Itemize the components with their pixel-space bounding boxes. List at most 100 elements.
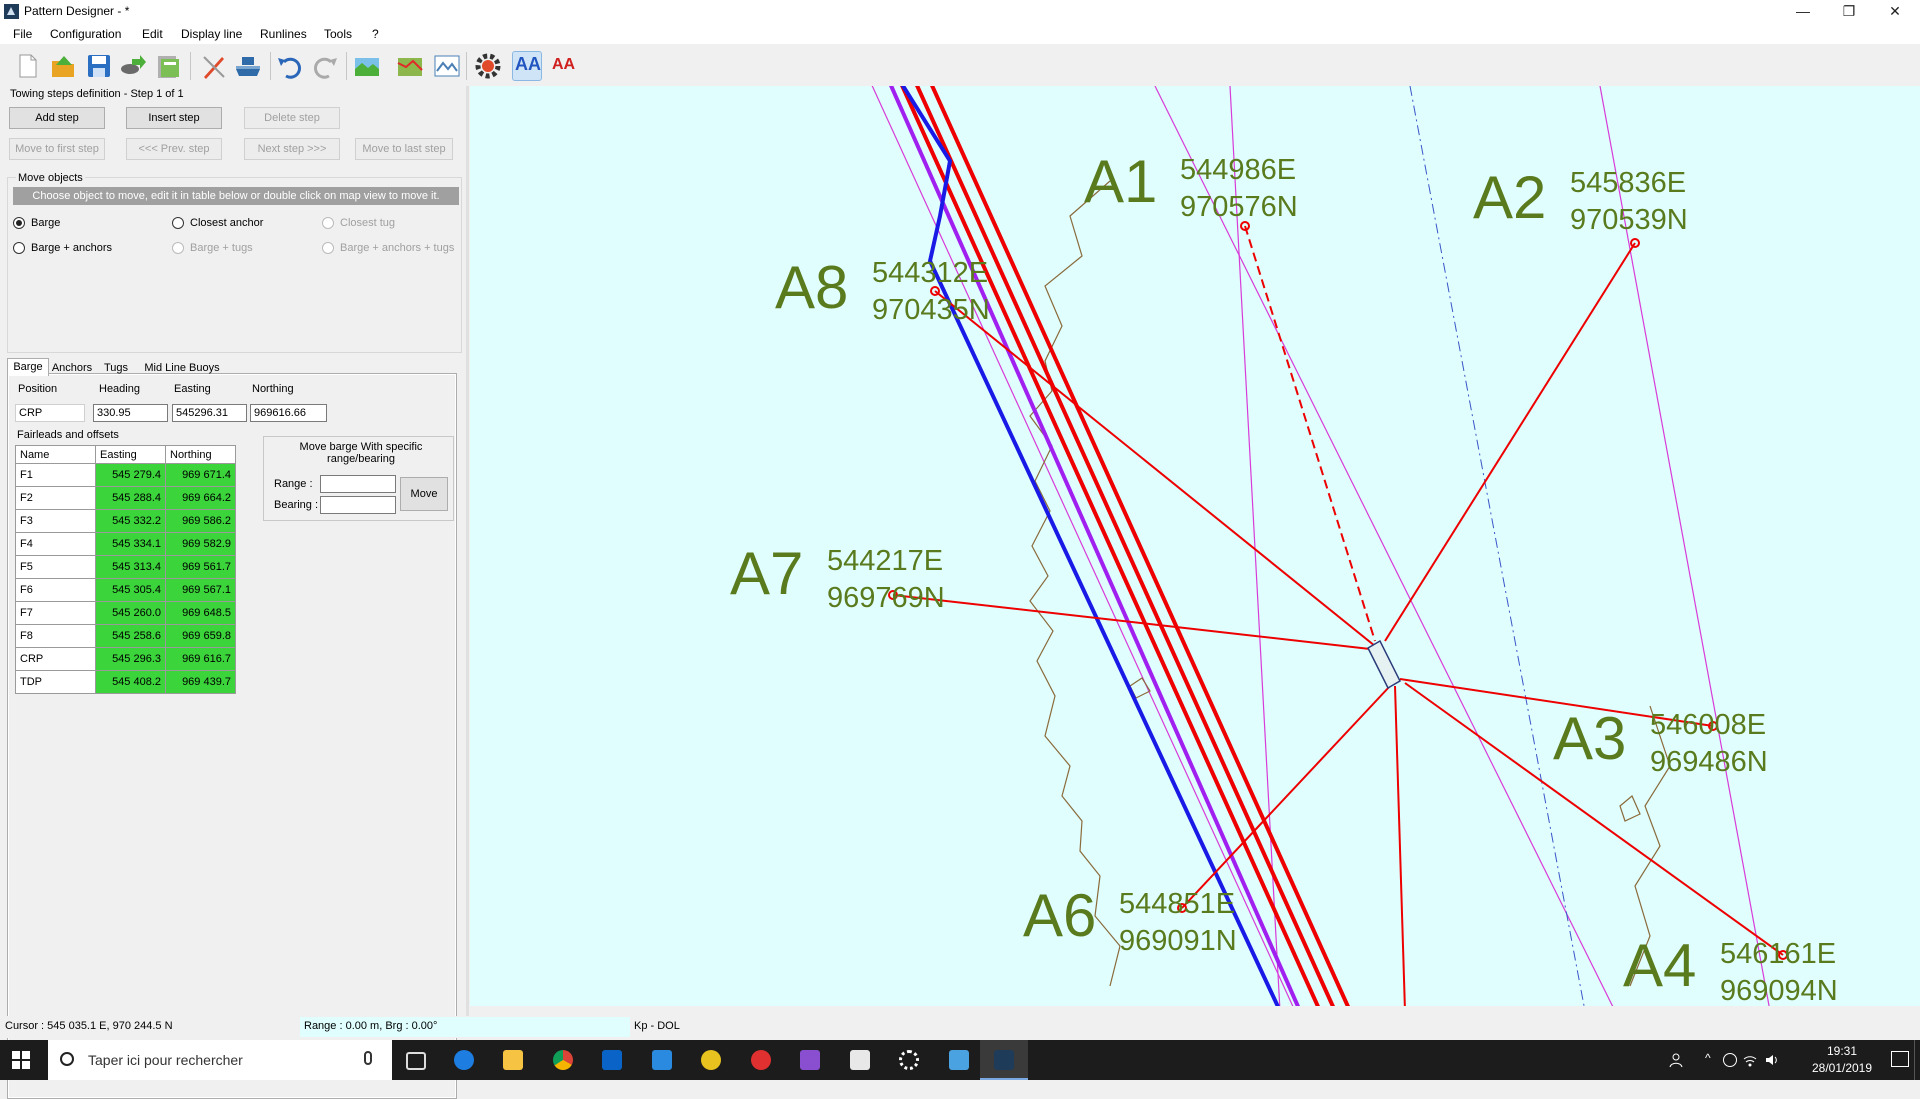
fairlead-easting[interactable]: 545 313.4	[95, 555, 166, 579]
wifi-icon[interactable]	[1743, 1053, 1757, 1067]
radio-barge-tugs[interactable]	[172, 242, 184, 254]
fairlead-easting[interactable]: 545 296.3	[95, 647, 166, 671]
fairlead-name[interactable]: F2	[15, 486, 96, 510]
fairlead-northing[interactable]: 969 586.2	[165, 509, 236, 533]
fairlead-name[interactable]: F4	[15, 532, 96, 556]
fairlead-name[interactable]: CRP	[15, 647, 96, 671]
font-large-icon[interactable]: AA	[512, 51, 542, 81]
pattern-designer-icon[interactable]	[980, 1040, 1028, 1080]
tab-barge[interactable]: Barge	[7, 358, 49, 376]
export-icon[interactable]	[118, 51, 148, 81]
maximize-button[interactable]: ❐	[1826, 0, 1872, 24]
font-small-icon[interactable]: AA	[550, 51, 580, 81]
fairlead-name[interactable]: F8	[15, 624, 96, 648]
fairlead-name[interactable]: F3	[15, 509, 96, 533]
settings-gear-icon[interactable]	[473, 51, 503, 81]
add-step-button[interactable]: Add step	[9, 107, 105, 129]
map-view[interactable]: A1 544986E 970576N A2 545836E 970539N A3…	[470, 86, 1920, 1006]
remote-desktop-icon[interactable]	[935, 1040, 983, 1080]
table-row[interactable]: F4 545 334.1 969 582.9	[15, 532, 236, 556]
fairlead-northing[interactable]: 969 582.9	[165, 532, 236, 556]
menu-edit[interactable]: Edit	[142, 27, 163, 41]
fairlead-northing[interactable]: 969 616.7	[165, 647, 236, 671]
task-view-icon[interactable]	[392, 1040, 440, 1080]
database-icon[interactable]	[153, 51, 183, 81]
menu-runlines[interactable]: Runlines	[260, 27, 307, 41]
table-row[interactable]: F3 545 332.2 969 586.2	[15, 509, 236, 533]
table-row[interactable]: F6 545 305.4 969 567.1	[15, 578, 236, 602]
fairlead-easting[interactable]: 545 305.4	[95, 578, 166, 602]
save-icon[interactable]	[84, 51, 114, 81]
fairlead-northing[interactable]: 969 659.8	[165, 624, 236, 648]
table-row[interactable]: TDP 545 408.2 969 439.7	[15, 670, 236, 694]
map-import-icon[interactable]	[352, 51, 382, 81]
fairlead-easting[interactable]: 545 260.0	[95, 601, 166, 625]
fairlead-easting[interactable]: 545 332.2	[95, 509, 166, 533]
close-button[interactable]: ✕	[1872, 0, 1918, 24]
chrome-icon[interactable]	[539, 1040, 587, 1080]
microphone-icon[interactable]	[364, 1051, 372, 1065]
minimize-button[interactable]: —	[1780, 0, 1826, 24]
menu-configuration[interactable]: Configuration	[50, 27, 121, 41]
undo-icon[interactable]	[275, 51, 305, 81]
move-first-step-button[interactable]: Move to first step	[9, 138, 105, 160]
menu-tools[interactable]: Tools	[324, 27, 352, 41]
vscode-icon[interactable]	[638, 1040, 686, 1080]
fairlead-northing[interactable]: 969 567.1	[165, 578, 236, 602]
clock-date[interactable]: 28/01/2019	[1807, 1061, 1877, 1075]
table-row[interactable]: F1 545 279.4 969 671.4	[15, 463, 236, 487]
tab-tugs[interactable]: Tugs	[98, 360, 134, 376]
fairlead-easting[interactable]: 545 258.6	[95, 624, 166, 648]
open-folder-icon[interactable]	[48, 51, 78, 81]
fairlead-easting[interactable]: 545 279.4	[95, 463, 166, 487]
prev-step-button[interactable]: <<< Prev. step	[126, 138, 222, 160]
radio-closest-tug[interactable]	[322, 217, 334, 229]
survey-map-icon[interactable]	[432, 51, 462, 81]
tray-chevron-icon[interactable]: ^	[1705, 1051, 1711, 1065]
fairlead-name[interactable]: F5	[15, 555, 96, 579]
fairlead-northing[interactable]: 969 671.4	[165, 463, 236, 487]
fairlead-name[interactable]: TDP	[15, 670, 96, 694]
settings-icon[interactable]	[885, 1040, 933, 1080]
move-last-step-button[interactable]: Move to last step	[355, 138, 453, 160]
easting-field[interactable]: 545296.31	[172, 404, 247, 422]
taskbar-search-box[interactable]: Taper ici pour rechercher	[48, 1040, 392, 1080]
insert-step-button[interactable]: Insert step	[126, 107, 222, 129]
sunflower-app-icon[interactable]	[687, 1040, 735, 1080]
menu-file[interactable]: File	[13, 27, 32, 41]
range-input[interactable]	[320, 475, 396, 493]
radio-barge-anchors-tugs[interactable]	[322, 242, 334, 254]
redo-icon[interactable]	[310, 51, 340, 81]
bearing-input[interactable]	[320, 496, 396, 514]
edge-icon[interactable]	[440, 1040, 488, 1080]
table-row[interactable]: F8 545 258.6 969 659.8	[15, 624, 236, 648]
barge-icon[interactable]	[233, 51, 263, 81]
visual-studio-icon[interactable]	[786, 1040, 834, 1080]
map-canvas[interactable]: A1 544986E 970576N A2 545836E 970539N A3…	[470, 86, 1920, 1006]
next-step-button[interactable]: Next step >>>	[244, 138, 340, 160]
people-icon[interactable]	[1668, 1052, 1684, 1068]
radio-barge[interactable]	[13, 217, 25, 229]
red-app-icon[interactable]	[737, 1040, 785, 1080]
table-row[interactable]: F7 545 260.0 969 648.5	[15, 601, 236, 625]
fairlead-name[interactable]: F1	[15, 463, 96, 487]
move-button[interactable]: Move	[400, 477, 448, 511]
fairlead-name[interactable]: F6	[15, 578, 96, 602]
windows-start-icon[interactable]	[12, 1051, 30, 1069]
volume-icon[interactable]	[1765, 1053, 1779, 1067]
table-row[interactable]: F5 545 313.4 969 561.7	[15, 555, 236, 579]
show-desktop-button[interactable]	[1914, 1040, 1920, 1080]
radio-closest-anchor[interactable]	[172, 217, 184, 229]
radio-barge-anchors[interactable]	[13, 242, 25, 254]
delete-step-button[interactable]: Delete step	[244, 107, 340, 129]
fairlead-easting[interactable]: 545 334.1	[95, 532, 166, 556]
table-row[interactable]: CRP 545 296.3 969 616.7	[15, 647, 236, 671]
menu-display-line[interactable]: Display line	[181, 27, 242, 41]
northing-field[interactable]: 969616.66	[250, 404, 327, 422]
clock-time[interactable]: 19:31	[1817, 1044, 1867, 1058]
notifications-icon[interactable]	[1891, 1051, 1909, 1067]
edit-pen-icon[interactable]	[198, 51, 228, 81]
fairlead-name[interactable]: F7	[15, 601, 96, 625]
fairlead-northing[interactable]: 969 648.5	[165, 601, 236, 625]
outlook-icon[interactable]	[588, 1040, 636, 1080]
